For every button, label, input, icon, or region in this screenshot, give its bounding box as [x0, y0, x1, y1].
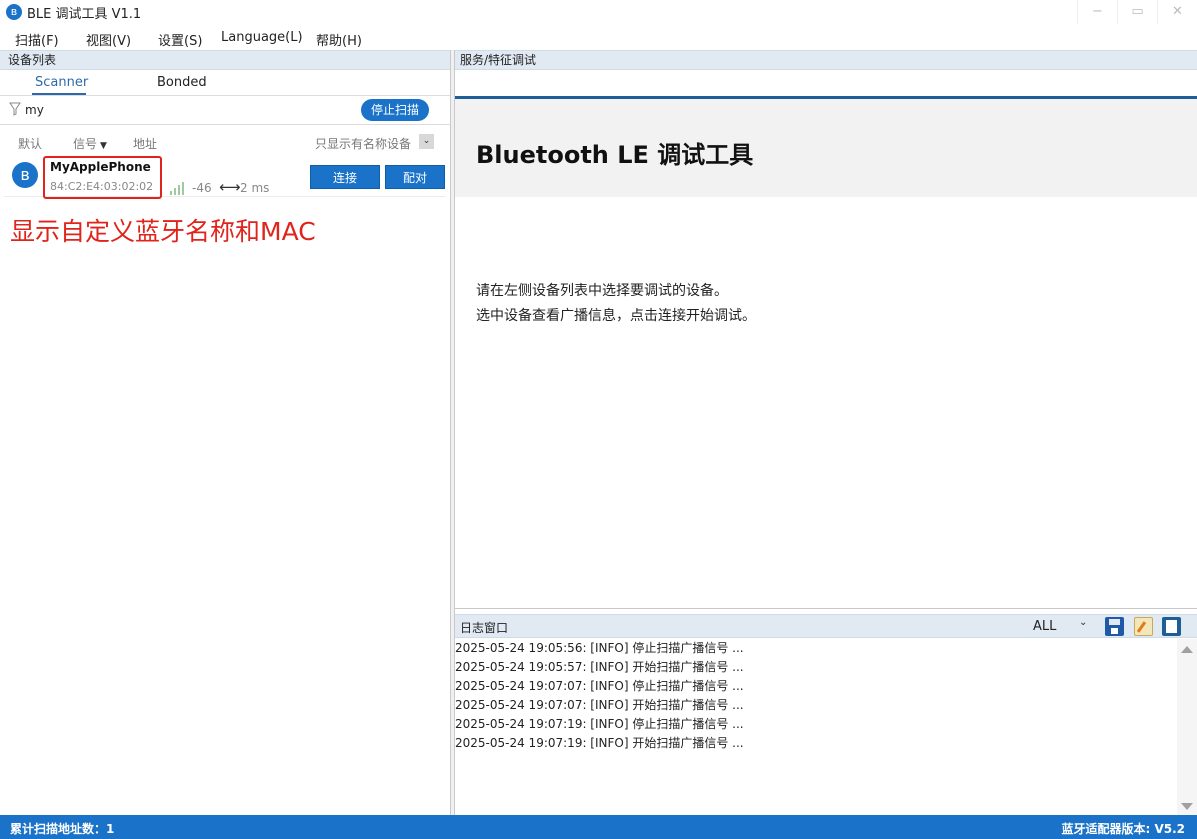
log-line: 2025-05-24 19:07:07: [INFO] 开始扫描广播信号 ...	[455, 698, 744, 712]
sort-signal-label: 信号	[73, 137, 98, 151]
log-line: 2025-05-24 19:07:07: [INFO] 停止扫描广播信号 ...	[455, 679, 744, 693]
scroll-down-icon[interactable]	[1181, 803, 1193, 810]
connect-button[interactable]: 连接	[310, 165, 380, 189]
menu-view[interactable]: 视图(V)	[86, 30, 131, 49]
app-window: ʙ BLE 调试工具 V1.1 − ▭ ✕ 扫描(F) 视图(V) 设置(S) …	[0, 0, 1197, 839]
service-tab-strip	[455, 70, 1197, 96]
filter-icon	[9, 102, 21, 116]
minimize-button[interactable]: −	[1077, 0, 1117, 24]
status-bar: 累计扫描地址数：1 蓝牙适配器版本: V5.2	[0, 815, 1197, 839]
filter-divider	[0, 124, 450, 125]
device-rssi: -46	[192, 181, 212, 195]
title-bar: ʙ BLE 调试工具 V1.1 − ▭ ✕	[0, 0, 1197, 24]
close-button[interactable]: ✕	[1157, 0, 1197, 24]
tab-scanner[interactable]: Scanner	[35, 75, 88, 90]
sort-signal[interactable]: 信号 ▼	[73, 135, 107, 152]
signal-strength-icon	[170, 181, 186, 195]
device-list-header: 设备列表	[0, 50, 450, 70]
info-line: 请在左侧设备列表中选择要调试的设备。	[476, 283, 728, 299]
maximize-button[interactable]: ▭	[1117, 0, 1157, 24]
scroll-up-icon[interactable]	[1181, 646, 1193, 653]
log-level-select[interactable]: ALL	[1033, 619, 1056, 634]
chevron-down-icon: ⌄	[422, 136, 431, 146]
log-line: 2025-05-24 19:05:56: [INFO] 停止扫描广播信号 ...	[455, 641, 744, 655]
document-icon[interactable]	[1162, 617, 1181, 636]
stop-scan-button[interactable]: 停止扫描	[361, 99, 429, 121]
save-icon[interactable]	[1105, 617, 1124, 636]
log-splitter[interactable]	[455, 608, 1197, 609]
bluetooth-icon: ʙ	[12, 162, 38, 188]
named-only-dropdown[interactable]: ⌄	[419, 134, 434, 149]
tab-bonded[interactable]: Bonded	[157, 75, 207, 90]
edit-icon[interactable]	[1134, 617, 1153, 636]
tabs-divider	[0, 95, 450, 96]
log-title: 日志窗口	[460, 621, 509, 635]
device-interval: 2 ms	[240, 181, 270, 195]
sort-down-icon: ▼	[100, 141, 107, 151]
annotation-highlight-box	[43, 156, 162, 199]
log-line: 2025-05-24 19:07:19: [INFO] 停止扫描广播信号 ...	[455, 717, 744, 731]
menu-language[interactable]: Language(L)	[221, 30, 303, 45]
sort-default[interactable]: 默认	[18, 135, 42, 152]
sort-address[interactable]: 地址	[133, 135, 157, 152]
log-line: 2025-05-24 19:07:19: [INFO] 开始扫描广播信号 ...	[455, 736, 744, 750]
named-only-label: 只显示有名称设备	[315, 137, 412, 151]
menu-scan[interactable]: 扫描(F)	[15, 30, 59, 49]
hero-title: Bluetooth LE 调试工具	[476, 141, 754, 169]
menu-settings[interactable]: 设置(S)	[158, 30, 202, 49]
log-header: 日志窗口 ALL ⌄	[455, 614, 1197, 638]
window-title: BLE 调试工具 V1.1	[27, 7, 142, 22]
menu-bar: 扫描(F) 视图(V) 设置(S) Language(L) 帮助(H)	[0, 26, 1197, 49]
log-line: 2025-05-24 19:05:57: [INFO] 开始扫描广播信号 ...	[455, 660, 744, 674]
adapter-version-status: 蓝牙适配器版本: V5.2	[1061, 822, 1185, 836]
scan-count-status: 累计扫描地址数：1	[10, 822, 115, 836]
interval-arrows-icon: ⟷	[219, 178, 241, 196]
info-line: 选中设备查看广播信息，点击连接开始调试。	[476, 308, 756, 324]
chevron-down-icon[interactable]: ⌄	[1079, 617, 1087, 628]
log-scrollbar[interactable]	[1177, 639, 1197, 815]
filter-input[interactable]: my	[25, 103, 44, 117]
annotation-text: 显示自定义蓝牙名称和MAC	[10, 217, 316, 246]
log-body: 2025-05-24 19:05:56: [INFO] 停止扫描广播信号 ...…	[455, 639, 1177, 815]
bluetooth-app-icon: ʙ	[6, 4, 22, 20]
menu-help[interactable]: 帮助(H)	[316, 30, 362, 49]
pair-button[interactable]: 配对	[385, 165, 445, 189]
service-panel-header: 服务/特征调试	[455, 50, 1197, 70]
